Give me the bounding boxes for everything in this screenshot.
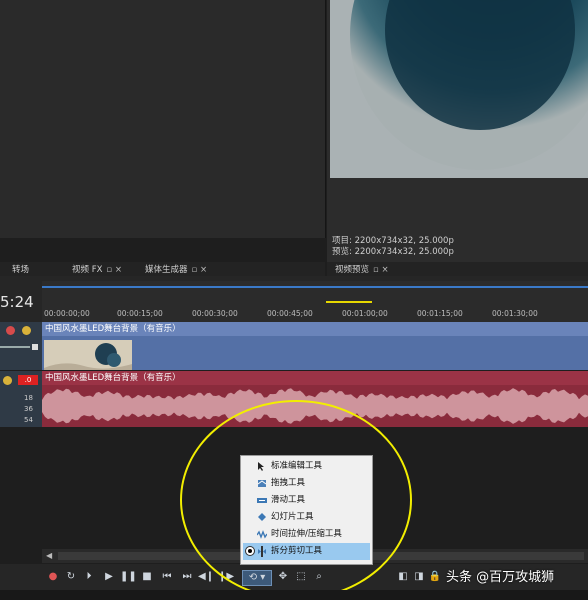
go-to-start-icon[interactable]: ⏮ <box>160 570 174 584</box>
solo-icon[interactable] <box>22 326 31 335</box>
preview-image <box>330 0 588 178</box>
go-to-end-icon[interactable]: ⏭ <box>180 570 194 584</box>
split-trim-tool-icon <box>257 546 267 557</box>
playhead-marker[interactable] <box>326 301 372 307</box>
level-slider[interactable] <box>0 346 30 348</box>
tab-transitions[interactable]: 转场 <box>12 263 29 275</box>
menu-item-label: 标准编辑工具 <box>271 461 323 471</box>
timecode-display: 5:24 <box>0 293 34 311</box>
tab-buttons[interactable]: ▫ × <box>106 265 122 275</box>
ruler-tick-label: 00:01:30;00 <box>492 309 538 318</box>
slider-handle-icon[interactable] <box>32 344 38 350</box>
db-scale: 18 36 54 <box>24 393 33 426</box>
video-clip-title: 中国风水墨LED舞台背景（有音乐） <box>42 322 588 336</box>
next-frame-icon[interactable]: ❙▶ <box>218 570 234 584</box>
menu-item-label: 时间拉伸/压缩工具 <box>271 529 342 539</box>
audio-clip-title: 中国风水墨LED舞台背景（有音乐） <box>42 371 588 385</box>
tab-buttons[interactable]: ▫ × <box>192 265 208 275</box>
db-label: 18 <box>24 394 33 402</box>
tab-media-generators[interactable]: 媒体生成器 ▫ × <box>145 263 207 275</box>
ruler-tick-label: 00:00:15;00 <box>117 309 163 318</box>
db-label: 54 <box>24 416 33 424</box>
tab-video-fx[interactable]: 视频 FX ▫ × <box>72 263 122 275</box>
video-preview-panel: 项目: 2200x734x32, 25.000p 预览: 2200x734x32… <box>327 0 588 262</box>
lock-icon[interactable]: 🔒 <box>428 570 442 584</box>
loop-playback-icon[interactable]: ↻ <box>64 570 78 584</box>
time-stretch-tool-icon <box>256 529 268 540</box>
audio-level-display: .0 <box>18 375 38 385</box>
preview-properties-label: 预览: 2200x734x32, 25.000p <box>332 247 454 257</box>
slip-tool-icon <box>257 495 267 506</box>
video-track-header[interactable] <box>0 322 42 370</box>
preview-properties: 项目: 2200x734x32, 25.000p 预览: 2200x734x32… <box>332 236 454 258</box>
menu-item-envelope[interactable]: 拖拽工具 <box>243 475 370 492</box>
menu-item-time-stretch[interactable]: 时间拉伸/压缩工具 <box>243 526 370 543</box>
ruler-tick-label: 00:01:15;00 <box>417 309 463 318</box>
menu-item-slip[interactable]: 滑动工具 <box>243 492 370 509</box>
left-tabbar: 转场 视频 FX ▫ × 媒体生成器 ▫ × <box>0 262 325 276</box>
menu-item-normal-edit[interactable]: 标准编辑工具 <box>243 458 370 475</box>
tab-video-preview[interactable]: 视频预览 ▫ × <box>335 263 389 275</box>
solo-icon[interactable] <box>3 376 12 385</box>
tab-buttons[interactable]: ▫ × <box>373 265 389 275</box>
project-properties: 项目: 2200x734x32, 25.000p <box>332 236 454 246</box>
timeline-ruler[interactable]: 00:00:00;00 00:00:15;00 00:00:30;00 00:0… <box>42 281 588 322</box>
editing-tool-menu: 标准编辑工具 拖拽工具 滑动工具 幻灯片工具 时间拉伸/压缩工具 拆分剪切工具 <box>240 455 373 565</box>
record-icon[interactable]: ● <box>46 570 60 584</box>
loop-region-bar[interactable] <box>42 286 588 288</box>
status-strip <box>0 590 588 600</box>
ruler-tick-label: 00:01:00;00 <box>342 309 388 318</box>
selection-edit-icon[interactable]: ⬚ <box>294 570 308 584</box>
envelope-edit-icon[interactable]: ✥ <box>276 570 290 584</box>
audio-waveform <box>42 388 588 424</box>
docked-window-panel <box>0 0 326 238</box>
selected-radio-icon <box>245 546 255 556</box>
stop-icon[interactable]: ■ <box>140 570 154 584</box>
ruler-tick-label: 00:00:45;00 <box>267 309 313 318</box>
video-event-clip[interactable]: 中国风水墨LED舞台背景（有音乐） <box>42 322 588 370</box>
menu-item-label: 幻灯片工具 <box>271 512 314 522</box>
pause-icon[interactable]: ❚❚ <box>120 570 137 584</box>
trim-start-icon[interactable]: ◨ <box>412 570 426 584</box>
split-icon[interactable]: ◧ <box>396 570 410 584</box>
slide-tool-icon <box>257 512 267 523</box>
watermark: 头条 @百万攻城狮 <box>446 570 555 585</box>
audio-event-clip[interactable]: 中国风水墨LED舞台背景（有音乐） <box>42 371 588 427</box>
menu-item-label: 拆分剪切工具 <box>271 546 323 556</box>
envelope-tool-icon <box>257 478 267 489</box>
audio-track-header[interactable]: .0 18 36 54 <box>0 371 42 427</box>
ruler-tick-label: 00:00:00;00 <box>44 309 90 318</box>
ruler-tick-label: 00:00:30;00 <box>192 309 238 318</box>
menu-item-label: 滑动工具 <box>271 495 306 505</box>
editing-tool-dropdown[interactable]: ⟲ ▾ <box>242 570 272 586</box>
video-thumbnail <box>44 340 132 370</box>
menu-item-slide[interactable]: 幻灯片工具 <box>243 509 370 526</box>
right-tabbar: 视频预览 ▫ × <box>327 262 588 276</box>
mute-icon[interactable] <box>6 326 15 335</box>
menu-item-split-trim[interactable]: 拆分剪切工具 <box>243 543 370 560</box>
zoom-edit-icon[interactable]: ⌕ <box>312 570 326 584</box>
previous-frame-icon[interactable]: ◀❙ <box>198 570 214 584</box>
play-from-start-icon[interactable]: ⏵ <box>82 570 96 584</box>
normal-edit-tool-icon <box>257 461 267 472</box>
scroll-left-icon[interactable]: ◀ <box>46 551 52 560</box>
db-label: 36 <box>24 405 33 413</box>
play-icon[interactable]: ▶ <box>102 570 116 584</box>
menu-item-label: 拖拽工具 <box>271 478 306 488</box>
